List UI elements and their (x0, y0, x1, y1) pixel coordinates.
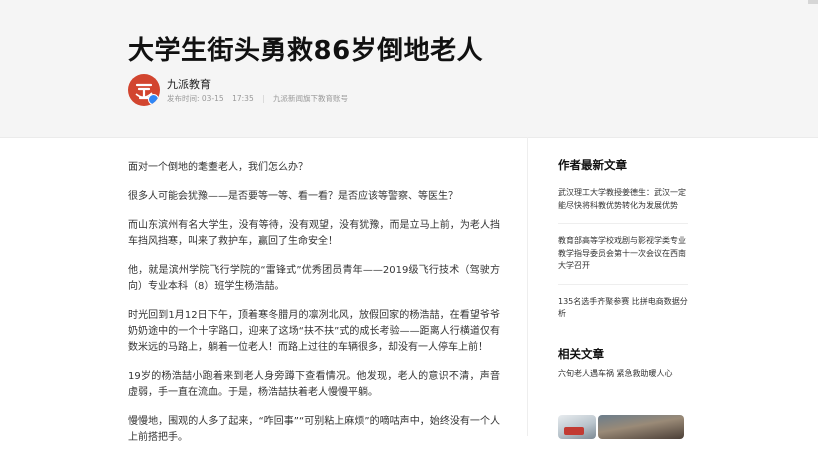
article-paragraph: 慢慢地，围观的人多了起来，“咋回事”“可别粘上麻烦”的嘀咕声中，始终没有一个人上… (128, 416, 500, 443)
latest-articles-list: 武汉理工大学教授姜德生：武汉一定能尽快将科教优势转化为发展优势 教育部高等学校戏… (558, 187, 688, 332)
related-thumbnail-image[interactable] (558, 415, 596, 439)
related-article-link[interactable]: 六旬老人遇车祸 紧急救助暖人心 (558, 368, 688, 379)
latest-article-link[interactable]: 135名选手齐聚参赛 比拼电商数据分析 (558, 296, 688, 332)
sidebar: 作者最新文章 武汉理工大学教授姜德生：武汉一定能尽快将科教优势转化为发展优势 教… (558, 157, 688, 439)
article-paragraph: 他，就是滨州学院飞行学院的“雷锋式”优秀团员青年——2019级飞行技术（驾驶方向… (128, 265, 500, 292)
article-header (0, 0, 818, 138)
article-paragraph: 很多人可能会犹豫——是否要等一等、看一看？是否应该等警察、等医生？ (128, 191, 458, 202)
author-info: 九派教育 发布时间: 03-15 17:35 | 九派新闻旗下教育账号 (128, 74, 528, 108)
author-avatar[interactable] (128, 74, 160, 106)
meta-divider: | (262, 94, 265, 103)
latest-article-link[interactable]: 武汉理工大学教授姜德生：武汉一定能尽快将科教优势转化为发展优势 (558, 187, 688, 224)
article-title: 大学生街头勇救86岁倒地老人 (128, 36, 484, 66)
latest-article-link[interactable]: 教育部高等学校戏剧与影视学类专业教学指导委员会第十一次会议在西南大学召开 (558, 235, 688, 285)
related-thumbnail-image[interactable] (598, 415, 684, 439)
publish-date: 发布时间: 03-15 (167, 94, 224, 103)
author-description: 九派新闻旗下教育账号 (273, 94, 349, 103)
article-paragraph: 面对一个倒地的耄耋老人，我们怎么办？ (128, 162, 308, 173)
article-paragraph: 时光回到1月12日下午，顶着寒冬腊月的凛冽北风，放假回家的杨浩喆，在看望爷爷奶奶… (128, 310, 500, 353)
article-paragraph: 19岁的杨浩喆小跑着来到老人身旁蹲下查看情况。他发现，老人的意识不清，声音虚弱，… (128, 371, 500, 398)
publish-time: 17:35 (232, 94, 254, 103)
article-body: 面对一个倒地的耄耋老人，我们怎么办？ 很多人可能会犹豫——是否要等一等、看一看？… (128, 160, 500, 459)
scrollbar-thumb[interactable] (808, 0, 818, 4)
related-articles-heading: 相关文章 (558, 346, 604, 361)
column-divider (527, 137, 528, 436)
related-article-thumbnails[interactable] (558, 415, 684, 439)
latest-articles-heading: 作者最新文章 (558, 158, 627, 172)
article-paragraph: 而山东滨州有名大学生，没有等待，没有观望，没有犹豫，而是立马上前，为老人挡车挡风… (128, 220, 500, 247)
author-name[interactable]: 九派教育 (167, 76, 211, 92)
publish-meta: 发布时间: 03-15 17:35 | 九派新闻旗下教育账号 (167, 93, 354, 104)
verified-badge-icon (148, 94, 159, 105)
